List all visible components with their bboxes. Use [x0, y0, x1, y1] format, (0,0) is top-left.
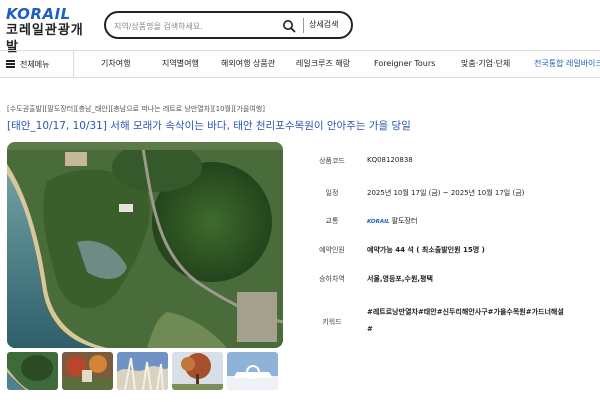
nav-item-rail-cruise[interactable]: 레일크루즈 해랑 [296, 51, 350, 77]
label-boarding: 승하차역 [319, 275, 345, 283]
detail-search-button[interactable]: 상세검색 [309, 19, 338, 30]
label-reservation: 예약인원 [319, 246, 345, 254]
nav-item-regional-travel[interactable]: 지역별여행 [162, 51, 199, 77]
all-menu-button[interactable]: 전체메뉴 [6, 51, 74, 77]
hamburger-icon [6, 60, 15, 68]
product-page: KORAIL 코레일관광개발 상세검색 전체메뉴 기차여행 지역별여행 해외여행… [0, 0, 600, 402]
page-title: [태안_10/17, 10/31] 서해 모래가 속삭이는 바다, 태안 천리포… [7, 120, 411, 132]
label-schedule: 일정 [325, 189, 339, 197]
value-transport-text: 팔도장터 [391, 217, 418, 225]
search-divider [303, 18, 304, 33]
main-product-image[interactable] [7, 142, 283, 348]
search-bar: 상세검색 [104, 11, 353, 39]
value-transport: KORAIL 팔도장터 [367, 216, 417, 226]
value-keywords-extra[interactable]: # [367, 325, 373, 333]
value-product-code: KQ08120838 [367, 156, 413, 164]
value-reservation: 예약가능 44 석 ( 최소출발인원 15명 ) [367, 246, 485, 254]
label-keywords: 키워드 [322, 318, 342, 326]
value-keywords[interactable]: #레트로낭만열차#태안#신두리해안사구#가을수목원#가드너해설 [367, 307, 564, 317]
breadcrumb: [수도권출발][팔도장터][충남_태안][충남으로 떠나는 레트로 낭만열차][… [7, 105, 265, 113]
value-schedule: 2025년 10월 17일 (금) ~ 2025년 10월 17일 (금) [367, 189, 525, 197]
value-boarding: 서울,영등포,수원,평택 [367, 275, 433, 283]
thumbnail-3[interactable] [117, 352, 168, 390]
thumbnail-strip [7, 352, 283, 390]
search-icon[interactable] [282, 18, 296, 33]
nav-item-foreigner-tours[interactable]: Foreigner Tours [374, 51, 435, 77]
header: KORAIL 코레일관광개발 상세검색 [0, 0, 600, 55]
nav-item-rail-bike[interactable]: 전국통합 레일바이크 [534, 51, 600, 77]
logo-wordmark: KORAIL [6, 5, 71, 23]
thumbnail-2[interactable] [62, 352, 113, 390]
main-nav: 전체메뉴 기차여행 지역별여행 해외여행 상품관 레일크루즈 해랑 Foreig… [0, 50, 600, 78]
thumbnail-4[interactable] [172, 352, 223, 390]
korail-logo[interactable]: KORAIL 코레일관광개발 [6, 5, 96, 55]
label-product-code: 상품코드 [319, 157, 345, 165]
label-transport: 교통 [325, 217, 339, 225]
nav-item-custom-group[interactable]: 맞춤·기업·단체 [461, 51, 510, 77]
thumbnail-5[interactable] [227, 352, 278, 390]
all-menu-label: 전체메뉴 [20, 59, 50, 69]
nav-item-train-travel[interactable]: 기차여행 [101, 51, 130, 77]
korail-mini-logo: KORAIL [367, 219, 390, 225]
nav-item-overseas[interactable]: 해외여행 상품관 [221, 51, 275, 77]
thumbnail-1[interactable] [7, 352, 58, 390]
search-input[interactable] [114, 16, 274, 36]
